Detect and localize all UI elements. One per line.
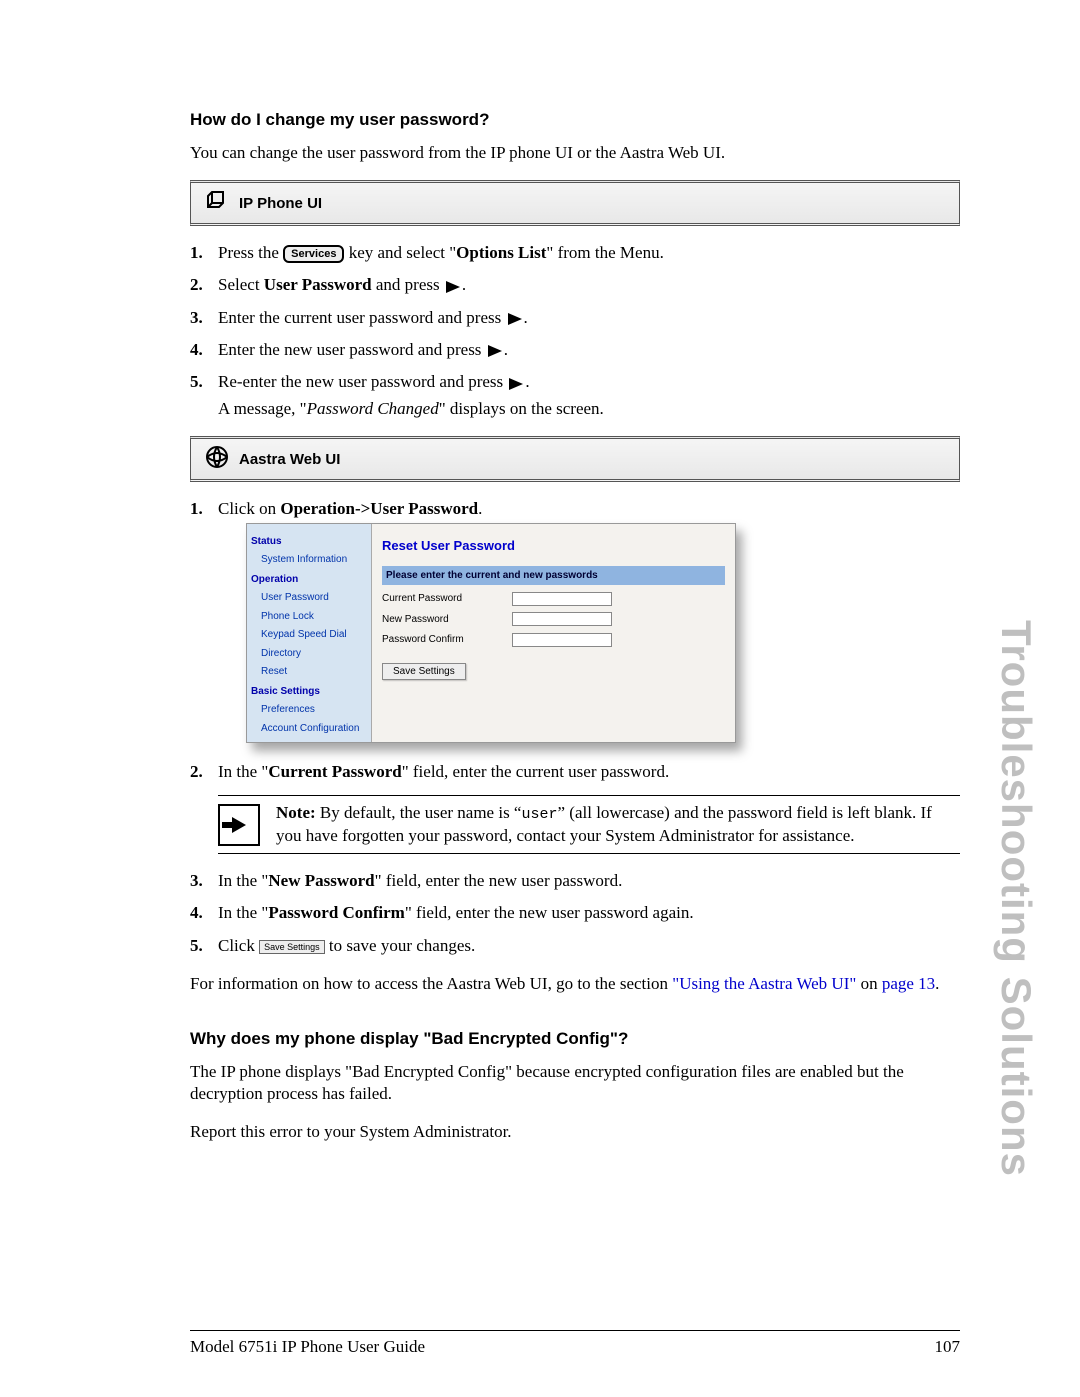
note-block: Note: By default, the user name is “user… bbox=[218, 795, 960, 854]
password-confirm-input[interactable] bbox=[512, 633, 612, 647]
web-step-3: In the "New Password" field, enter the n… bbox=[190, 868, 960, 894]
web-ui-steps: Click on Operation->User Password. Statu… bbox=[190, 496, 960, 959]
webui-screenshot: Status System Information Operation User… bbox=[246, 523, 736, 744]
link-using-aastra-web-ui[interactable]: "Using the Aastra Web UI" bbox=[672, 974, 856, 993]
phone-icon bbox=[205, 189, 229, 217]
section-heading-change-password: How do I change my user password? bbox=[190, 110, 960, 130]
save-settings-inline-button: Save Settings bbox=[259, 940, 325, 954]
ip-step-4: Enter the new user password and press . bbox=[190, 337, 960, 363]
webui-row-new: New Password bbox=[382, 612, 725, 628]
sidebar-item-account-configuration[interactable]: Account Configuration bbox=[251, 721, 367, 737]
sidebar-item-preferences[interactable]: Preferences bbox=[251, 702, 367, 718]
webui-row-current: Current Password bbox=[382, 591, 725, 607]
current-password-input[interactable] bbox=[512, 592, 612, 606]
sidebar-item-phone-lock[interactable]: Phone Lock bbox=[251, 609, 367, 625]
page-footer: Model 6751i IP Phone User Guide 107 bbox=[190, 1330, 960, 1357]
webui-sidebar: Status System Information Operation User… bbox=[247, 524, 372, 743]
aastra-web-ui-label: Aastra Web UI bbox=[239, 451, 340, 468]
webui-row-confirm: Password Confirm bbox=[382, 632, 725, 648]
footer-left: Model 6751i IP Phone User Guide bbox=[190, 1337, 425, 1357]
note-text: Note: By default, the user name is “user… bbox=[276, 802, 960, 847]
new-password-label: New Password bbox=[382, 612, 512, 628]
new-password-input[interactable] bbox=[512, 612, 612, 626]
ip-step-2: Select User Password and press . bbox=[190, 272, 960, 298]
play-icon bbox=[446, 281, 460, 293]
section-heading-bad-encrypted: Why does my phone display "Bad Encrypted… bbox=[190, 1029, 960, 1049]
webui-title: Reset User Password bbox=[382, 536, 725, 556]
sidebar-item-directory[interactable]: Directory bbox=[251, 646, 367, 662]
services-key: Services bbox=[283, 245, 344, 263]
web-step-1: Click on Operation->User Password. Statu… bbox=[190, 496, 960, 743]
access-info-paragraph: For information on how to access the Aas… bbox=[190, 973, 960, 995]
ip-step-5: Re-enter the new user password and press… bbox=[190, 369, 960, 422]
sidebar-item-system-information[interactable]: System Information bbox=[251, 552, 367, 568]
ip-phone-steps: Press the Services key and select "Optio… bbox=[190, 240, 960, 422]
intro-paragraph: You can change the user password from th… bbox=[190, 142, 960, 164]
aastra-web-ui-bar: Aastra Web UI bbox=[190, 436, 960, 482]
ip-phone-ui-label: IP Phone UI bbox=[239, 195, 322, 212]
web-step-4: In the "Password Confirm" field, enter t… bbox=[190, 900, 960, 926]
play-icon bbox=[509, 378, 523, 390]
webui-banner: Please enter the current and new passwor… bbox=[382, 566, 725, 586]
footer-page-number: 107 bbox=[935, 1337, 961, 1357]
play-icon bbox=[488, 345, 502, 357]
current-password-label: Current Password bbox=[382, 591, 512, 607]
play-icon bbox=[508, 313, 522, 325]
sidebar-group-status: Status bbox=[251, 534, 367, 550]
sidebar-group-operation: Operation bbox=[251, 572, 367, 588]
side-chapter-title: Troubleshooting Solutions bbox=[992, 620, 1040, 1177]
bad-encrypted-p2: Report this error to your System Adminis… bbox=[190, 1121, 960, 1143]
globe-icon bbox=[205, 445, 229, 473]
sidebar-item-keypad-speed-dial[interactable]: Keypad Speed Dial bbox=[251, 627, 367, 643]
web-step-5: Click Save Settings to save your changes… bbox=[190, 933, 960, 959]
sidebar-group-basic-settings: Basic Settings bbox=[251, 684, 367, 700]
ip-step-3: Enter the current user password and pres… bbox=[190, 305, 960, 331]
password-confirm-label: Password Confirm bbox=[382, 632, 512, 648]
sidebar-item-reset[interactable]: Reset bbox=[251, 664, 367, 680]
note-arrow-icon bbox=[218, 804, 260, 846]
web-step-2: In the "Current Password" field, enter t… bbox=[190, 759, 960, 854]
save-settings-button[interactable]: Save Settings bbox=[382, 663, 466, 680]
bad-encrypted-p1: The IP phone displays "Bad Encrypted Con… bbox=[190, 1061, 960, 1105]
sidebar-item-user-password[interactable]: User Password bbox=[251, 590, 367, 606]
webui-main: Reset User Password Please enter the cur… bbox=[372, 524, 735, 743]
ip-phone-ui-bar: IP Phone UI bbox=[190, 180, 960, 226]
link-page-13[interactable]: page 13 bbox=[882, 974, 935, 993]
ip-step-1: Press the Services key and select "Optio… bbox=[190, 240, 960, 266]
